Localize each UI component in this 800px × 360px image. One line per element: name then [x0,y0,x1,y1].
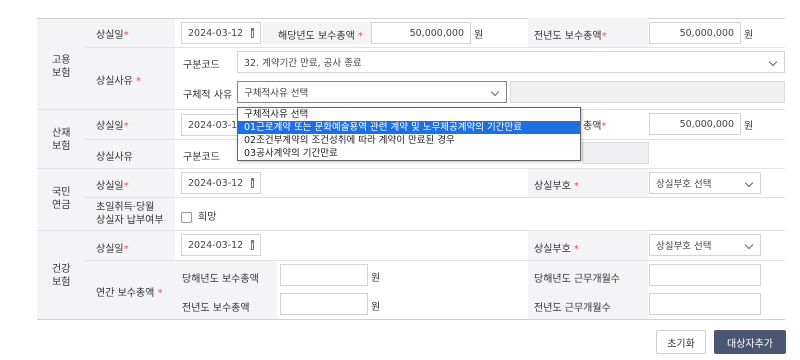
dropdown-option[interactable]: 03공사계약의 기간만료 [238,147,580,160]
employment-loss-date-label: 상실일* [96,30,129,41]
chevron-down-icon [768,57,778,67]
table-top-border [37,18,785,19]
table-bottom-border [37,319,785,320]
dropdown-option[interactable]: 02조건부계약의 조건성취에 따라 계약이 만료된 경우 [238,134,580,147]
pension-loss-date-label: 상실일* [96,181,129,192]
employment-cur-year-pay-unit: 원 [474,30,484,41]
employment-cur-year-pay-label: 해당년도 보수총액 * [278,31,363,42]
employment-reason-label: 상실사유 * [96,76,141,87]
pension-wish-checkbox[interactable]: 희망 [181,208,216,223]
checkbox-icon[interactable] [181,211,192,223]
health-loss-code-select[interactable]: 상실부호 선택 [649,234,761,256]
pension-loss-code-select[interactable]: 상실부호 선택 [649,172,761,194]
employment-loss-date-input[interactable]: 2024-03-12 [181,22,261,44]
employment-cur-year-pay-input[interactable]: 50,000,000 [371,22,471,44]
health-loss-date-label: 상실일* [96,244,129,255]
divider-pension [37,168,785,169]
health-loss-code-label: 상실부호 * [534,244,579,255]
chevron-down-icon [490,87,500,97]
employment-detail-reason-extra [510,81,785,103]
health-prev-year-pay-unit: 원 [371,302,381,313]
divider-row [85,47,785,48]
employment-code-select[interactable]: 32. 계약기간 만료, 공사 종료 [237,51,785,73]
industrial-prev-year-pay-unit: 원 [744,121,754,132]
health-prev-year-months-label: 전년도 근무개월수 [534,303,611,314]
industrial-loss-date-label: 상실일* [96,121,129,132]
health-loss-date-input[interactable]: 2024-03-12 [181,234,261,256]
health-cur-year-pay-input[interactable] [280,264,368,286]
divider-health [37,230,785,231]
health-section-label: 건강 보험 [52,264,71,288]
employment-detail-reason-select[interactable]: 구체적사유 선택 [237,81,507,103]
industrial-code-label: 구분코드 [183,152,220,163]
industrial-prev-year-pay-label: 총액* [583,121,607,132]
dropdown-option-selected[interactable]: 01근로계약 또는 문화예술용역 관련 계약 및 노무제공계약의 기간만료 [238,121,580,134]
dropdown-option[interactable]: 구체적사유 선택 [238,108,580,121]
reset-button[interactable]: 초기화 [656,330,706,354]
industrial-code-select [582,142,649,164]
add-target-button[interactable]: 대상자추가 [714,330,786,354]
calendar-icon[interactable] [251,178,254,188]
industrial-section-label: 산재 보험 [52,128,71,152]
industrial-reason-label: 상실사유 [96,152,133,163]
employment-prev-year-pay-label: 전년도 보수총액* [534,31,607,42]
detail-reason-dropdown[interactable]: 구체적사유 선택 01근로계약 또는 문화예술용역 관련 계약 및 노무제공계약… [237,107,581,161]
pension-acq-month-label: 초일취득·당월 상실자 납부여부 [96,202,164,226]
health-cur-year-pay-label: 당해년도 보수총액 [182,274,259,285]
employment-code-label: 구분코드 [183,60,220,71]
health-prev-year-pay-input[interactable] [280,293,368,315]
health-prev-year-months-input[interactable] [649,293,761,315]
health-cur-year-months-input[interactable] [649,264,761,286]
industrial-prev-year-pay-input[interactable]: 50,000,000 [649,113,741,135]
health-prev-year-pay-label: 전년도 보수총액 [182,303,250,314]
health-annual-pay-label: 연간 보수총액 * [96,288,163,299]
row-label-column [85,18,175,320]
health-cur-year-months-label: 당해년도 근무개월수 [534,274,620,285]
employment-detail-reason-label: 구체적 사유 [183,90,233,101]
chevron-down-icon [744,240,754,250]
pension-loss-date-input[interactable]: 2024-03-12 [181,172,261,194]
health-cur-year-pay-unit: 원 [371,273,381,284]
employment-prev-year-pay-input[interactable]: 50,000,000 [649,22,741,44]
pension-section-label: 국민 연금 [52,187,71,211]
employment-section-label: 고용 보험 [52,55,71,79]
chevron-down-icon [744,178,754,188]
divider-row [85,197,785,198]
calendar-icon[interactable] [251,240,254,250]
employment-prev-year-pay-unit: 원 [744,30,754,41]
pension-loss-code-label: 상실부호 * [534,181,579,192]
calendar-icon[interactable] [251,28,254,38]
